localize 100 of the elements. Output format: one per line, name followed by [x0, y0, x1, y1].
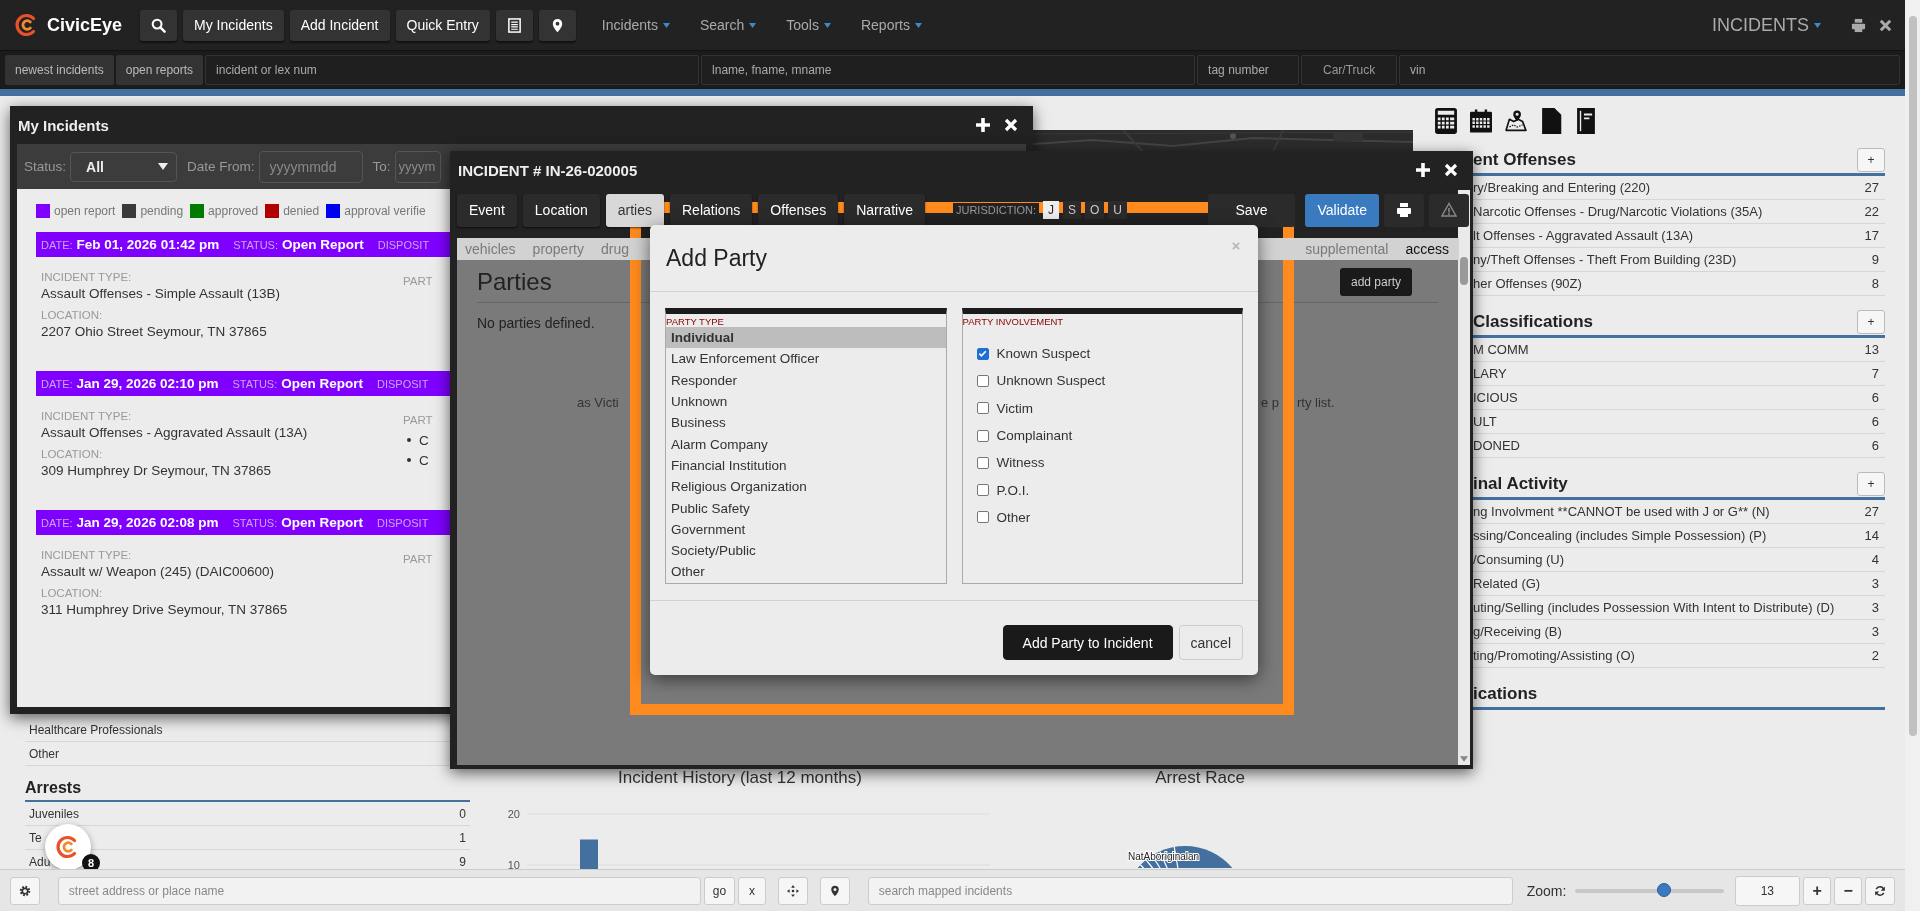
menu-link[interactable]: Incidents: [601, 17, 670, 33]
search-field[interactable]: incident or lex num: [205, 55, 700, 85]
row-label[interactable]: Related (G): [1473, 576, 1541, 591]
search-field[interactable]: vin: [1399, 55, 1900, 85]
list-option[interactable]: Financial Institution: [666, 454, 946, 477]
row-label[interactable]: ng Involvment **CANNOT be used with J or G** (N): [1473, 504, 1770, 519]
row-label[interactable]: ting/Promoting/Assisting (O): [1473, 648, 1635, 663]
jurisdiction-option[interactable]: O: [1085, 201, 1105, 219]
list-item[interactable]: Other: [29, 746, 59, 761]
add-button[interactable]: +: [1857, 471, 1885, 496]
row-label[interactable]: uting/Selling (includes Possession With Intent to Distribute) (D): [1473, 600, 1835, 615]
jurisdiction-option[interactable]: S: [1063, 201, 1081, 219]
module-menu[interactable]: INCIDENTS: [1712, 14, 1821, 36]
list-option[interactable]: Religious Organization: [666, 476, 946, 498]
tab[interactable]: Location: [522, 193, 600, 227]
list-option[interactable]: Society/Public: [666, 539, 946, 562]
search-field[interactable]: tag number: [1197, 55, 1300, 85]
brand-name[interactable]: CivicEye: [47, 14, 123, 36]
row-label[interactable]: ny/Theft Offenses - Theft From Building (23D): [1473, 252, 1737, 267]
tab[interactable]: Relations: [670, 193, 753, 227]
validate-button[interactable]: Validate: [1305, 193, 1379, 227]
field-label: Zoom:: [1526, 882, 1567, 899]
address-field[interactable]: street address or place name: [57, 876, 701, 905]
cancel-button[interactable]: cancel: [1178, 625, 1243, 661]
hint-text: as Victi: [577, 395, 619, 410]
menu-link[interactable]: Reports: [860, 17, 922, 33]
row-label[interactable]: LARY: [1473, 366, 1507, 381]
go-button[interactable]: go: [703, 876, 735, 905]
nav-button[interactable]: My Incidents: [183, 9, 284, 41]
vehicle-type-select[interactable]: Car/Truck: [1301, 55, 1398, 85]
zoom-out-button[interactable]: −: [1834, 876, 1863, 905]
row-label[interactable]: her Offenses (90Z): [1473, 276, 1582, 291]
row-label[interactable]: M COMM: [1473, 342, 1529, 357]
menu-link[interactable]: Tools: [786, 17, 831, 33]
list-item[interactable]: Healthcare Professionals: [29, 722, 163, 737]
row-label[interactable]: /Consuming (U): [1473, 552, 1565, 567]
field-label: STATUS:: [233, 238, 278, 251]
quick-search-button[interactable]: open reports: [115, 55, 204, 85]
row-label[interactable]: ICIOUS: [1473, 390, 1518, 405]
date-field[interactable]: yyyymmdd: [258, 150, 363, 183]
incident-status: Open Report: [282, 237, 364, 252]
row-label[interactable]: g/Receiving (B): [1473, 624, 1562, 639]
add-button[interactable]: +: [1857, 309, 1885, 334]
tab[interactable]: Event: [457, 193, 517, 227]
tab[interactable]: arties: [605, 193, 664, 227]
list-option[interactable]: Unknown: [666, 390, 946, 413]
list-option[interactable]: Responder: [666, 369, 946, 391]
row-label[interactable]: Narcotic Offenses - Drug/Narcotic Violations (35A): [1473, 204, 1763, 219]
section-heading: Classifications: [1473, 311, 1593, 332]
list-option[interactable]: Government: [666, 518, 946, 540]
field-label: INCIDENT TYPE:: [41, 271, 133, 283]
list-option[interactable]: Law Enforcement Officer: [666, 348, 946, 370]
quick-search-button[interactable]: newest incidents: [5, 55, 114, 85]
row-label[interactable]: ssing/Concealing (includes Simple Possession) (P): [1473, 528, 1767, 543]
checkbox-label[interactable]: Known Suspect: [996, 346, 1091, 362]
checkbox-label[interactable]: Unknown Suspect: [996, 373, 1106, 389]
add-party-button[interactable]: Add Party to Incident: [1002, 625, 1173, 661]
add-party-button[interactable]: add party: [1339, 268, 1412, 296]
jurisdiction-option[interactable]: J: [1043, 201, 1059, 219]
tab[interactable]: Offenses: [758, 193, 839, 227]
date-field[interactable]: yyyym: [394, 150, 441, 183]
search-field[interactable]: lname, fname, mname: [701, 55, 1196, 85]
list-option[interactable]: Business: [666, 412, 946, 434]
clear-button[interactable]: x: [738, 876, 766, 905]
row-label[interactable]: ry/Breaking and Entering (220): [1473, 180, 1651, 195]
save-button[interactable]: Save: [1207, 193, 1296, 227]
checkbox-label[interactable]: Victim: [996, 400, 1033, 416]
row-count: 8: [1871, 276, 1879, 291]
list-option[interactable]: Other: [666, 561, 946, 583]
zoom-value[interactable]: 13: [1734, 875, 1801, 906]
hint-text: rty list.: [1297, 395, 1335, 410]
checkbox-label[interactable]: Other: [996, 509, 1031, 525]
party-type-list[interactable]: PARTY TYPE Individual Law Enforcement Officer Responder Unknown Business Alarm Company Financial Institution Religious Organization Public Safety Government Society/Public Other: [665, 308, 947, 584]
menu-link[interactable]: Search: [699, 17, 757, 33]
nav-button[interactable]: Add Incident: [289, 9, 390, 41]
tab[interactable]: Narrative: [844, 193, 925, 227]
row-label[interactable]: DONED: [1473, 438, 1520, 453]
incident-status: Open Report: [281, 376, 363, 391]
checkbox-label[interactable]: Witness: [996, 455, 1045, 471]
legend-label: approved: [208, 204, 259, 218]
list-option[interactable]: Alarm Company: [666, 433, 946, 455]
checkbox-label[interactable]: Complainant: [996, 428, 1073, 444]
checkbox-label[interactable]: P.O.I.: [996, 482, 1030, 498]
chart-title: Incident History (last 12 months): [617, 768, 863, 789]
row-count: 13: [1864, 342, 1879, 357]
field-label: JURISDICTION:: [952, 203, 1039, 217]
row-count: 7: [1871, 366, 1879, 381]
row-label[interactable]: lt Offenses - Aggravated Assault (13A): [1473, 228, 1694, 243]
field-label: PART: [403, 553, 433, 565]
jurisdiction-option[interactable]: U: [1108, 201, 1128, 219]
subtab[interactable]: access: [1405, 241, 1449, 257]
list-option[interactable]: Public Safety: [666, 497, 946, 519]
incident-date: Jan 29, 2026 02:10 pm: [76, 376, 219, 391]
status-select[interactable]: All: [70, 151, 178, 182]
party-name: C: [419, 452, 429, 468]
zoom-in-button[interactable]: +: [1803, 876, 1832, 905]
row-label[interactable]: ULT: [1473, 414, 1497, 429]
add-button[interactable]: +: [1857, 147, 1885, 172]
nav-button[interactable]: Quick Entry: [395, 9, 490, 41]
list-option[interactable]: Individual: [666, 327, 946, 349]
